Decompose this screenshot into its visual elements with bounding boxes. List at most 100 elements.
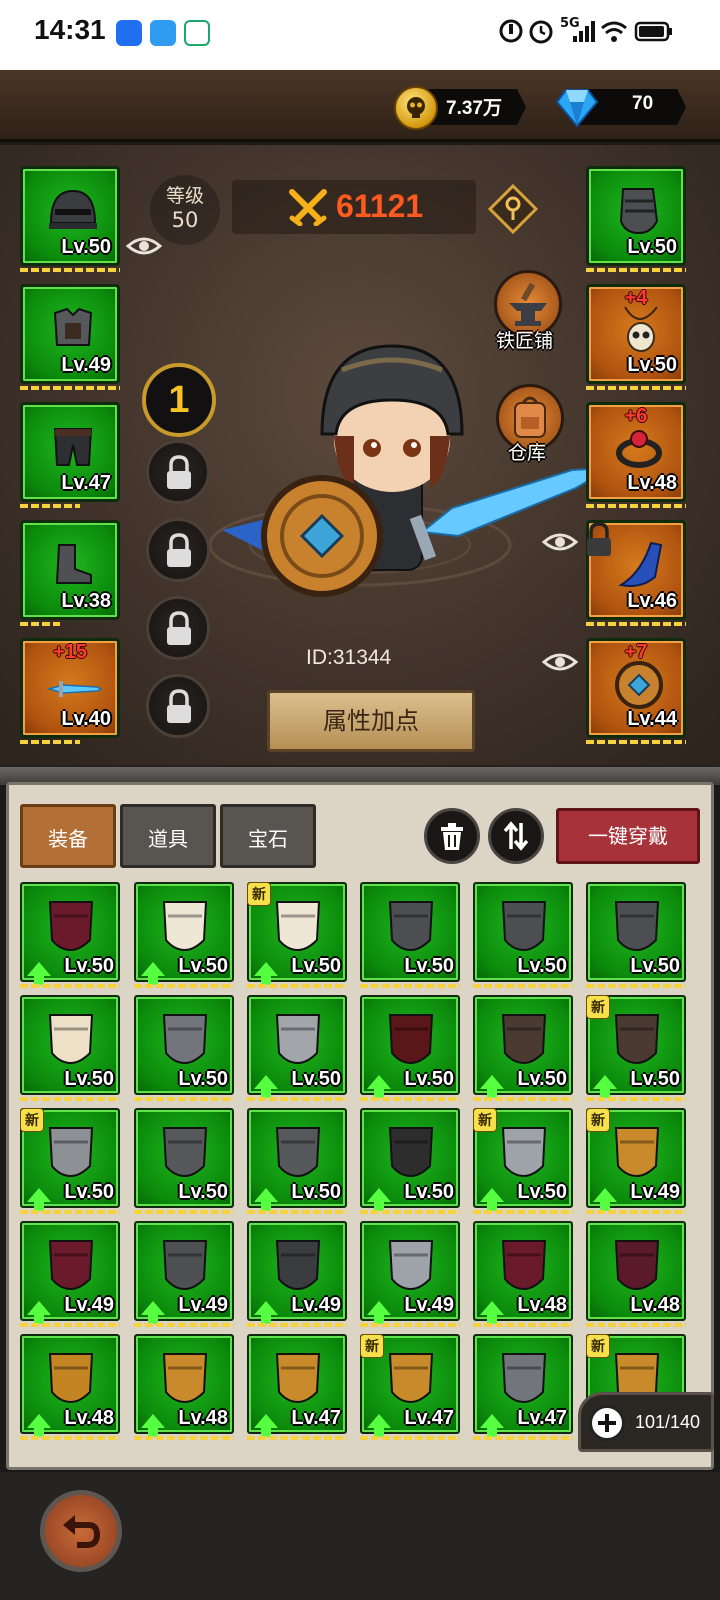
inventory-item-gauntlets[interactable]: Lv.50	[586, 882, 686, 982]
item-level: Lv.50	[404, 955, 454, 977]
pin-icon[interactable]	[488, 184, 538, 234]
inventory-item-maroon-pants[interactable]: Lv.50	[20, 882, 120, 985]
item-progress	[134, 984, 234, 988]
gauntlets-icon	[614, 901, 660, 952]
inventory-item-silver-chest[interactable]: 新 Lv.50	[473, 1108, 573, 1211]
inventory-item-chest-armor[interactable]: Lv.50	[134, 1108, 234, 1208]
inventory-item-chest-armor[interactable]: Lv.50	[247, 1108, 347, 1211]
white-chest-icon	[48, 1014, 94, 1065]
slot-progress	[586, 622, 686, 626]
upgrade-arrow-icon	[254, 1414, 278, 1437]
item-level: Lv.47	[517, 1407, 567, 1429]
eye-icon[interactable]	[542, 530, 578, 554]
tab-items[interactable]: 道具	[120, 804, 216, 868]
data-saver-icon	[499, 19, 523, 43]
back-button[interactable]	[40, 1490, 122, 1572]
slot-progress	[586, 740, 686, 744]
inventory-item-pauldron[interactable]: Lv.47	[473, 1334, 573, 1437]
tab-gems[interactable]: 宝石	[220, 804, 316, 868]
alarm-icon	[529, 20, 553, 44]
trash-button[interactable]	[424, 808, 480, 864]
slot-level: Lv.48	[627, 472, 677, 494]
attribute-points-button[interactable]: 属性加点	[267, 690, 475, 752]
inventory-item-gold-pants[interactable]: Lv.47	[247, 1334, 347, 1437]
slot-level: Lv.47	[61, 472, 111, 494]
equip-slot-helmet[interactable]: Lv.50	[20, 166, 120, 266]
inventory-item-red-boots[interactable]: Lv.50	[360, 995, 460, 1098]
item-progress	[473, 1323, 573, 1327]
inventory-item-pauldron[interactable]: Lv.50	[134, 995, 234, 1095]
item-level: Lv.50	[291, 1068, 341, 1090]
inventory-item-white-chest[interactable]: Lv.50	[20, 995, 120, 1095]
inventory-item-silver-boots[interactable]: Lv.50	[247, 995, 347, 1098]
inventory-item-maroon-pants[interactable]: Lv.49	[20, 1221, 120, 1324]
equip-slot-necklace[interactable]: +4 Lv.50	[586, 284, 686, 384]
skull-coin-icon	[394, 86, 438, 130]
upgrade-arrow-icon	[27, 1301, 51, 1324]
eye-icon[interactable]	[126, 234, 162, 258]
item-level: Lv.48	[64, 1407, 114, 1429]
inventory-item-gauntlets[interactable]: Lv.50	[360, 882, 460, 982]
inventory-item-skull-armor[interactable]: Lv.50	[360, 1108, 460, 1211]
inventory-item-gauntlets[interactable]: Lv.50	[473, 882, 573, 982]
locked-preset-button[interactable]	[146, 596, 210, 660]
inventory-item-gold-boots[interactable]: Lv.48	[20, 1334, 120, 1437]
inventory-item-spiked-helmet[interactable]: Lv.50	[473, 995, 573, 1098]
locked-preset-button[interactable]	[146, 518, 210, 582]
equip-slot-boots[interactable]: Lv.38	[20, 520, 120, 620]
item-progress	[134, 1210, 234, 1214]
inventory-item-gold-pants[interactable]: 新 Lv.47	[360, 1334, 460, 1437]
tab-equipment[interactable]: 装备	[20, 804, 116, 868]
helmet-icon	[49, 189, 97, 229]
preset-1-button[interactable]: 1	[142, 363, 216, 437]
slot-level: Lv.50	[61, 236, 111, 258]
inventory-item-gold-gauntlet[interactable]: Lv.48	[134, 1334, 234, 1437]
eye-icon[interactable]	[542, 650, 578, 674]
inventory-item-boots[interactable]: Lv.49	[134, 1221, 234, 1324]
upgrade-arrow-icon	[141, 1301, 165, 1324]
inventory-item-helmet[interactable]: Lv.49	[247, 1221, 347, 1324]
equip-slot-weapon[interactable]: +15 Lv.40	[20, 638, 120, 738]
item-level: Lv.49	[630, 1181, 680, 1203]
item-level: Lv.50	[64, 1181, 114, 1203]
inventory-item-white-pants[interactable]: 新 Lv.50	[247, 882, 347, 985]
inventory-item-silver-helmet[interactable]: 新 Lv.50	[20, 1108, 120, 1211]
wear-all-button[interactable]: 一键穿戴	[556, 808, 700, 864]
inventory-item-gold-pants[interactable]: 新 Lv.49	[586, 1108, 686, 1211]
upgrade-arrow-icon	[254, 1301, 278, 1324]
equip-slot-chest[interactable]: Lv.49	[20, 284, 120, 384]
locked-preset-button[interactable]	[146, 674, 210, 738]
new-badge: 新	[586, 1108, 610, 1132]
item-level: Lv.49	[291, 1294, 341, 1316]
inventory-item-white-pants[interactable]: Lv.50	[134, 882, 234, 985]
item-progress	[473, 1097, 573, 1101]
item-progress	[247, 1097, 347, 1101]
upgrade-arrow-icon	[367, 1075, 391, 1098]
upgrade-arrow-icon	[254, 1075, 278, 1098]
equip-slot-pants[interactable]: Lv.47	[20, 402, 120, 502]
inventory-item-maroon-pants[interactable]: Lv.48	[473, 1221, 573, 1324]
inventory-capacity[interactable]: 101/140	[578, 1392, 714, 1452]
chest-armor-icon	[53, 307, 93, 346]
inventory-item-spiked-helmet[interactable]: 新 Lv.50	[586, 995, 686, 1098]
locked-preset-button[interactable]	[146, 440, 210, 504]
chest-armor-icon	[275, 1127, 321, 1178]
sort-button[interactable]	[488, 808, 544, 864]
item-level: Lv.50	[64, 1068, 114, 1090]
item-progress	[134, 1323, 234, 1327]
skull-armor-icon	[388, 1127, 434, 1178]
item-progress	[586, 1323, 686, 1327]
inventory-item-maroon-bracer[interactable]: Lv.48	[586, 1221, 686, 1321]
equip-slot-gauntlets[interactable]: Lv.50	[586, 166, 686, 266]
equip-slot-ring[interactable]: +6 Lv.48	[586, 402, 686, 502]
expand-capacity-button[interactable]	[589, 1405, 625, 1441]
cape-icon	[618, 541, 663, 587]
mobile-app-icon	[184, 20, 210, 46]
slot-level: Lv.50	[627, 236, 677, 258]
equip-slot-shield[interactable]: +7 Lv.44	[586, 638, 686, 738]
inventory-item-silver-chest[interactable]: Lv.49	[360, 1221, 460, 1324]
pants-icon	[53, 428, 93, 466]
item-progress	[473, 1210, 573, 1214]
slot-level: Lv.40	[61, 708, 111, 730]
new-badge: 新	[20, 1108, 44, 1132]
